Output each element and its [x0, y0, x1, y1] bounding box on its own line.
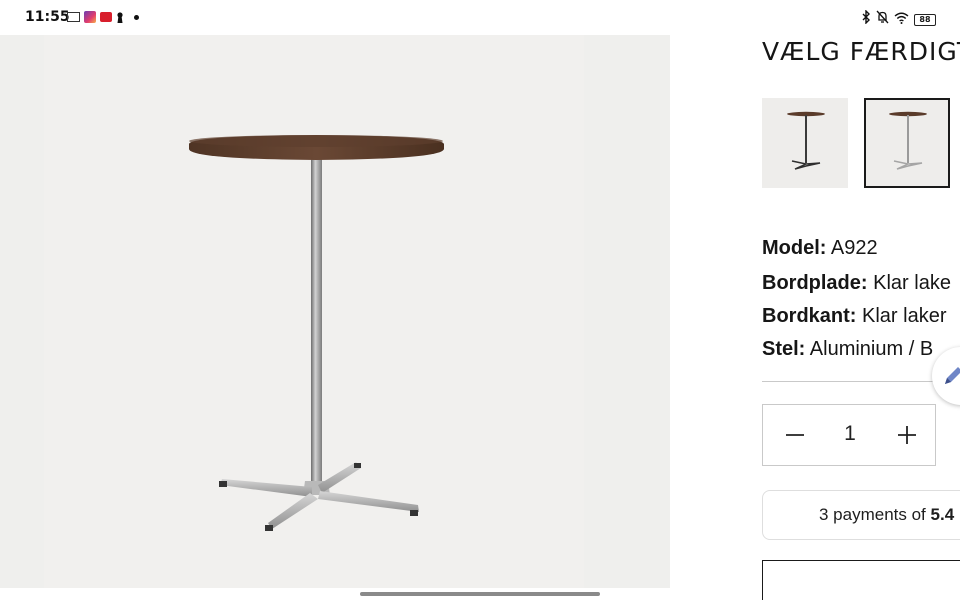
pencil-icon: [945, 367, 960, 384]
quantity-stepper[interactable]: 1: [762, 404, 936, 466]
spec-label: Stel:: [762, 338, 806, 360]
payments-amount: 5.4: [930, 505, 955, 524]
battery-icon: 88: [914, 13, 936, 26]
table-pole: [311, 157, 322, 492]
wifi-icon: [894, 11, 909, 29]
divider: [762, 381, 960, 382]
minus-icon: [786, 434, 804, 436]
plus-icon: [898, 426, 916, 444]
section-heading: VÆLG FÆRDIGT: [762, 37, 960, 66]
bell-off-icon: [876, 10, 889, 29]
product-image-table: [189, 135, 444, 531]
system-icons: 88: [861, 9, 936, 29]
red-app-icon: [100, 12, 112, 22]
spec-label: Bordkant:: [762, 305, 857, 327]
screen: 11:55 88 VÆLG FÆRDIGT Model: A922 Bordpl…: [0, 0, 960, 600]
spec-label: Model:: [762, 237, 827, 259]
thumbnail-table-dark: [787, 111, 825, 170]
edit-button[interactable]: [932, 347, 960, 405]
decrease-quantity-button[interactable]: [781, 421, 809, 449]
quantity-value[interactable]: 1: [833, 422, 867, 446]
payments-banner[interactable]: 3 payments of 5.4: [762, 490, 960, 540]
base-leg-right: [318, 491, 419, 512]
dot-icon: [134, 14, 139, 20]
spec-edge: Bordkant: Klar laker: [762, 305, 947, 328]
increase-quantity-button[interactable]: [893, 421, 921, 449]
payments-text: 3 payments of 5.4: [819, 505, 954, 525]
spec-value: Klar laker: [862, 305, 947, 327]
variant-thumbnail-dark[interactable]: [762, 98, 848, 188]
payments-label: 3 payments of: [819, 505, 931, 524]
product-options-panel: VÆLG FÆRDIGT Model: A922 Bordplade: Klar…: [762, 35, 960, 600]
spec-frame: Stel: Aluminium / B: [762, 338, 933, 361]
bluetooth-icon: [861, 9, 871, 29]
keyhole-icon: [116, 11, 124, 23]
photo-app-icon: [84, 11, 96, 23]
notification-icons: [67, 11, 139, 23]
spec-value: A922: [830, 237, 878, 259]
spec-value: Klar lake: [873, 272, 951, 294]
product-image-panel[interactable]: [0, 35, 670, 588]
spec-value: Aluminium / B: [809, 338, 934, 360]
thumbnail-table-aluminium: [889, 111, 927, 170]
base-leg-front: [268, 493, 318, 529]
base-leg-left: [220, 479, 312, 497]
spec-model: Model: A922: [762, 237, 878, 260]
spec-tabletop: Bordplade: Klar lake: [762, 272, 951, 295]
news-icon: [67, 12, 80, 22]
status-bar: 11:55 88: [0, 0, 960, 35]
variant-thumbnail-aluminium[interactable]: [864, 98, 950, 188]
add-to-cart-button[interactable]: [762, 560, 960, 600]
spec-label: Bordplade:: [762, 272, 868, 294]
home-indicator[interactable]: [360, 592, 600, 596]
status-time: 11:55: [25, 9, 70, 25]
